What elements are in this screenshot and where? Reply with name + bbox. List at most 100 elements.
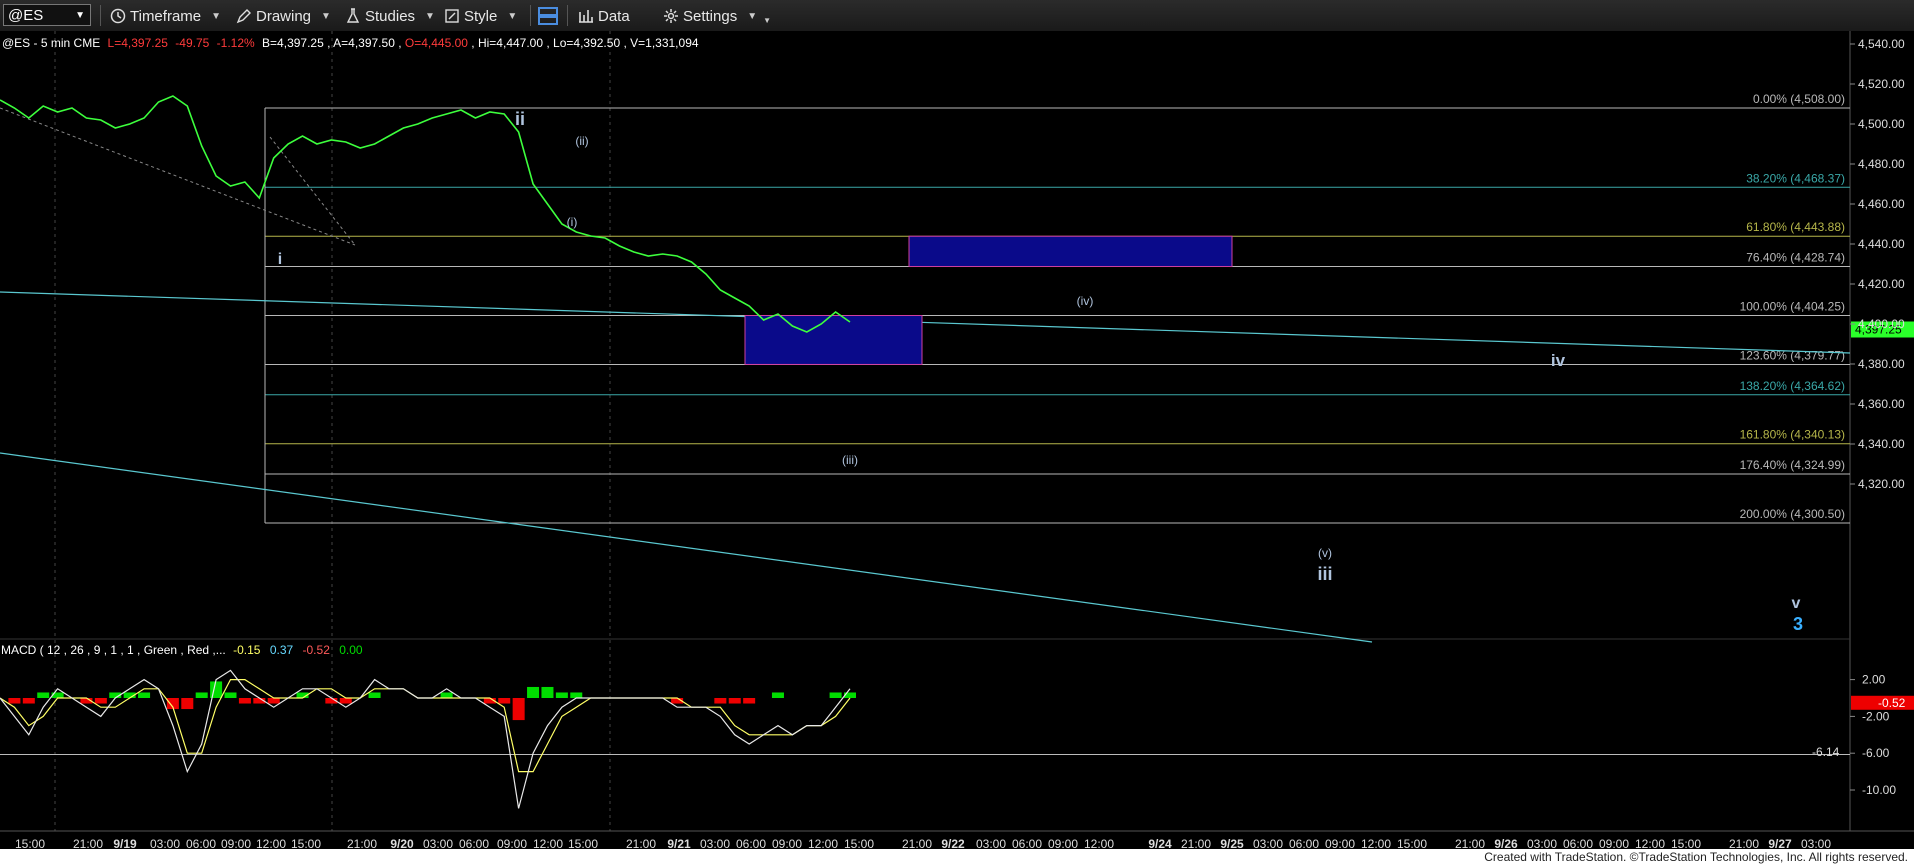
macd-histogram-bar: [728, 698, 741, 704]
macd-last-label: -0.52: [1878, 696, 1906, 710]
x-tick-label: 03:00: [700, 837, 730, 849]
data-menu[interactable]: Data: [578, 6, 630, 26]
y-tick-label: 4,520.00: [1858, 77, 1905, 91]
x-tick-label: 21:00: [1729, 837, 1759, 849]
x-tick-label: 09:00: [497, 837, 527, 849]
x-tick-label: 9/19: [113, 837, 137, 849]
chevron-down-icon: ▼: [507, 10, 518, 22]
wave-label: (ii): [575, 134, 588, 148]
macd-value: -0.15: [233, 643, 261, 657]
y-tick-label: 4,440.00: [1858, 237, 1905, 251]
low: Lo=4,392.50: [553, 36, 620, 50]
gear-icon: [664, 9, 678, 23]
macd-histogram-bar: [498, 698, 511, 704]
drawing-label: Drawing: [256, 7, 312, 25]
toolbar-divider: [530, 5, 531, 26]
symbol-info: @ES - 5 min CME: [2, 36, 100, 50]
x-tick-label: 9/24: [1148, 837, 1172, 849]
x-tick-label: 03:00: [423, 837, 453, 849]
style-label: Style: [464, 7, 498, 25]
macd-histogram-bar: [138, 692, 151, 698]
x-tick-label: 06:00: [186, 837, 216, 849]
x-tick-label: 15:00: [1671, 837, 1701, 849]
x-tick-label: 09:00: [1048, 837, 1078, 849]
x-tick-label: 15:00: [568, 837, 598, 849]
macd-diff-value: -0.52: [303, 643, 331, 657]
x-tick-label: 09:00: [1325, 837, 1355, 849]
macd-label: MACD ( 12 , 26 , 9 , 1 , 1 , Green , Red…: [1, 643, 226, 657]
studies-menu[interactable]: Studies ▼: [345, 6, 435, 26]
layout-button[interactable]: [537, 6, 559, 26]
toolbar: @ES ▼ Timeframe ▼ Drawing ▼ Studies ▼ St…: [0, 0, 1914, 32]
macd-histogram-bar: [224, 692, 237, 698]
x-tick-label: 03:00: [150, 837, 180, 849]
macd-histogram-bar: [195, 692, 208, 698]
chevron-down-icon: ▼: [425, 10, 435, 22]
style-menu[interactable]: Style ▼: [444, 6, 517, 26]
y-tick-label: 4,540.00: [1858, 37, 1905, 51]
x-tick-label: 06:00: [1289, 837, 1319, 849]
volume: V=1,331,094: [630, 36, 699, 50]
macd-histogram-bar: [771, 692, 784, 698]
wave-label: i: [278, 251, 282, 268]
open: O=4,445.00: [405, 36, 468, 50]
x-tick-label: 15:00: [15, 837, 45, 849]
y-tick-label: 4,340.00: [1858, 437, 1905, 451]
x-tick-label: 12:00: [808, 837, 838, 849]
x-tick-label: 9/25: [1220, 837, 1244, 849]
settings-menu[interactable]: Settings ▼ ▼: [663, 6, 771, 26]
fib-label: 200.00% (4,300.50): [1740, 507, 1845, 521]
macd-tick-label: -6.00: [1862, 746, 1890, 760]
toolbar-divider: [567, 5, 568, 26]
macd-histogram-bar: [743, 698, 756, 704]
pencil-icon: [236, 9, 251, 24]
macd-histogram-bar: [368, 692, 381, 698]
y-tick-label: 4,380.00: [1858, 357, 1905, 371]
macd-level-label: -6.14: [1812, 745, 1840, 759]
settings-label: Settings: [683, 7, 738, 25]
macd-histogram-bar: [440, 692, 453, 698]
fib-label: 161.80% (4,340.13): [1740, 428, 1845, 442]
drawing-menu[interactable]: Drawing ▼: [236, 6, 331, 26]
chevron-down-icon: ▼: [763, 15, 772, 25]
x-tick-label: 09:00: [1599, 837, 1629, 849]
ask: A=4,397.50: [333, 36, 395, 50]
clock-icon: [110, 8, 126, 24]
studies-label: Studies: [365, 7, 416, 25]
fib-label: 138.20% (4,364.62): [1740, 379, 1845, 393]
macd-avg-value: 0.37: [270, 643, 294, 657]
y-tick-label: 4,460.00: [1858, 197, 1905, 211]
x-tick-label: 12:00: [533, 837, 563, 849]
fib-label: 176.40% (4,324.99): [1740, 458, 1845, 472]
flask-icon: [346, 8, 360, 23]
symbol-input[interactable]: @ES ▼: [3, 4, 91, 26]
x-tick-label: 12:00: [1635, 837, 1665, 849]
chevron-down-icon: ▼: [747, 10, 758, 22]
timeframe-label: Timeframe: [130, 7, 202, 25]
layout-icon: [538, 7, 558, 25]
wave-label: (iii): [842, 453, 858, 467]
x-tick-label: 9/21: [667, 837, 691, 849]
y-tick-label: 4,500.00: [1858, 117, 1905, 131]
toolbar-divider: [100, 5, 101, 26]
fib-label: 76.40% (4,428.74): [1746, 251, 1845, 265]
timeframe-menu[interactable]: Timeframe ▼: [110, 6, 221, 26]
macd-histogram-bar: [570, 692, 583, 698]
macd-header: MACD ( 12 , 26 , 9 , 1 , 1 , Green , Red…: [1, 643, 363, 657]
chevron-down-icon: ▼: [321, 10, 331, 22]
x-tick-label: 06:00: [459, 837, 489, 849]
x-tick-label: 03:00: [1253, 837, 1283, 849]
x-tick-label: 15:00: [1397, 837, 1427, 849]
x-tick-label: 06:00: [736, 837, 766, 849]
target-box: [908, 235, 1233, 268]
macd-histogram-bar: [541, 686, 554, 698]
x-tick-label: 9/26: [1494, 837, 1518, 849]
x-tick-label: 21:00: [347, 837, 377, 849]
x-tick-label: 12:00: [1361, 837, 1391, 849]
net-change: -49.75: [175, 36, 209, 50]
wave-label: (i): [567, 215, 578, 229]
y-tick-label: 4,320.00: [1858, 477, 1905, 491]
wave-label: v: [1792, 595, 1801, 612]
price-chart[interactable]: 0.00% (4,508.00) 38.20% (4,468.37) 61.80% …: [0, 31, 1914, 849]
macd-histogram-bar: [22, 698, 35, 704]
